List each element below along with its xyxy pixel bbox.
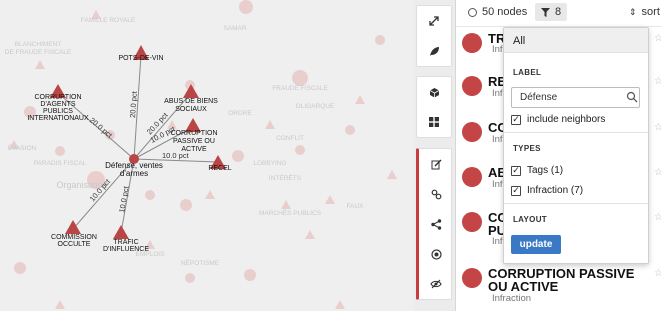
star-icon[interactable]: ☆ xyxy=(654,167,661,178)
node-dot xyxy=(462,76,482,96)
node-dot xyxy=(462,122,482,142)
checkbox-checked-icon: ✓ xyxy=(511,165,521,176)
ghost-label: FAMILLE ROYALE xyxy=(81,17,136,24)
type-tags-checkbox[interactable]: ✓ Tags (1) xyxy=(511,165,563,176)
ghost-label: BLANCHIMENT xyxy=(15,41,62,48)
node-label-trafic-2: D'INFLUENCE xyxy=(103,246,149,253)
node-label-corruption-agents-2: D'AGENTS xyxy=(40,101,76,108)
filter-all-option[interactable]: All xyxy=(504,28,648,52)
edge-label: 20.0 pct xyxy=(88,116,115,141)
include-neighbors-label: include neighbors xyxy=(527,114,606,125)
filter-icon xyxy=(541,7,550,17)
graph-canvas[interactable]: FAMILLE ROYALE SAMAR BLANCHIMENT DE FRAU… xyxy=(0,0,414,311)
type-infraction-label: Infraction (7) xyxy=(527,185,584,196)
label-heading: LABEL xyxy=(513,68,542,77)
nodes-count-label: 50 nodes xyxy=(482,6,528,18)
type-infraction-checkbox[interactable]: ✓ Infraction (7) xyxy=(511,185,583,196)
star-icon[interactable]: ☆ xyxy=(654,122,661,133)
node-label-abus-1: ABUS DE BIENS xyxy=(164,98,218,105)
node-dot xyxy=(462,167,482,187)
layout-heading: LAYOUT xyxy=(513,215,547,224)
expand-icon[interactable] xyxy=(417,6,451,36)
star-icon[interactable]: ☆ xyxy=(654,33,661,44)
node-trafic-influence[interactable] xyxy=(113,225,129,239)
sort-icon: ⇕ xyxy=(629,6,637,17)
divider xyxy=(504,203,648,204)
node-label-trafic-1: TRAFIC xyxy=(113,239,138,246)
star-icon[interactable]: ☆ xyxy=(654,212,661,223)
toolbar-group-view xyxy=(416,5,452,67)
filter-dropdown: All LABEL ✓ include neighbors TYPES ✓ Ta… xyxy=(503,27,649,264)
update-button[interactable]: update xyxy=(511,235,561,254)
center-node-label-2: d'armes xyxy=(120,169,148,178)
edit-icon[interactable] xyxy=(419,149,453,179)
graph-svg[interactable]: FAMILLE ROYALE SAMAR BLANCHIMENT DE FRAU… xyxy=(0,0,414,311)
type-tags-label: Tags (1) xyxy=(527,165,564,176)
divider xyxy=(504,52,648,53)
ghost-label: ÉVASION xyxy=(8,143,37,152)
target-icon[interactable] xyxy=(419,239,453,269)
nodes-count-toggle[interactable]: 50 nodes xyxy=(468,6,527,18)
node-dot xyxy=(462,212,482,232)
include-neighbors-checkbox[interactable]: ✓ include neighbors xyxy=(511,114,605,125)
list-topbar: 50 nodes 8 ⇕ sort xyxy=(456,0,661,27)
graph-toolbar xyxy=(414,0,456,311)
node-label-corruption-agents-1: CORRUPTION xyxy=(34,94,81,101)
list-item-title: CORRUPTION PASSIVE OU ACTIVE xyxy=(488,266,635,294)
ghost-label: MARCHÉS PUBLICS xyxy=(259,208,322,217)
toolbar-group-layout xyxy=(416,76,452,138)
node-label-commission-2: OCCULTE xyxy=(58,241,91,248)
node-dot xyxy=(462,33,482,53)
checkbox-checked-icon: ✓ xyxy=(511,185,521,196)
cube-icon[interactable] xyxy=(417,77,451,107)
ghost-label: FRAUDE FISCALE xyxy=(272,85,328,92)
ghost-label: FAUX xyxy=(347,203,365,210)
sort-label: sort xyxy=(641,6,660,18)
label-search-input[interactable] xyxy=(511,87,640,108)
star-icon[interactable]: ☆ xyxy=(654,268,661,279)
ghost-label: LOBBYING xyxy=(253,160,286,167)
filter-count: 8 xyxy=(555,6,562,18)
ghost-label: ORDRE xyxy=(228,110,252,117)
toolbar-group-actions xyxy=(416,148,452,300)
node-label-commission-1: COMMISSION xyxy=(51,234,97,241)
ghost-label: DE FRAUDE FISCALE xyxy=(5,49,72,56)
node-label-corruption-agents-3: PUBLICS xyxy=(43,108,73,115)
edge-label: 10.0 pct xyxy=(117,185,131,214)
divider xyxy=(504,132,648,133)
eye-slash-icon[interactable] xyxy=(419,269,453,299)
list-item-type: Infraction xyxy=(492,293,532,304)
grid-icon[interactable] xyxy=(417,107,451,137)
ghost-label: NÉPOTISME xyxy=(181,258,220,267)
ghost-label: SAMAR xyxy=(223,25,246,32)
sort-button[interactable]: ⇕ sort xyxy=(629,6,660,18)
checkbox-checked-icon: ✓ xyxy=(511,114,521,125)
radio-circle-icon xyxy=(468,7,477,17)
types-heading: TYPES xyxy=(513,144,541,153)
leaf-icon[interactable] xyxy=(417,36,451,66)
ghost-label: CONFLIT xyxy=(276,135,304,142)
edge-label: 20.0 pct xyxy=(128,90,139,118)
star-icon[interactable]: ☆ xyxy=(654,76,661,87)
filter-button[interactable]: 8 xyxy=(535,3,568,21)
search-icon xyxy=(626,91,638,103)
share-icon[interactable] xyxy=(419,209,453,239)
ghost-label: OLIGARQUE xyxy=(296,103,335,110)
node-label-corruption-agents-4: INTERNATIONAUX xyxy=(27,115,89,122)
ghost-label: INTÉRÊTS xyxy=(269,173,302,182)
node-dot xyxy=(462,268,482,288)
node-label-corruption-passive-2: PASSIVE OU xyxy=(173,138,215,145)
node-label-corruption-passive-3: ACTIVE xyxy=(181,146,207,153)
node-label-pots-de-vin: POTS-DE-VIN xyxy=(118,55,163,62)
node-label-corruption-passive-1: CORRUPTION xyxy=(170,130,217,137)
link-icon[interactable] xyxy=(419,179,453,209)
ghost-label: PARADIS FISCAL xyxy=(34,160,87,167)
node-label-recel: RECEL xyxy=(208,165,231,172)
node-label-abus-2: SOCIAUX xyxy=(175,106,207,113)
